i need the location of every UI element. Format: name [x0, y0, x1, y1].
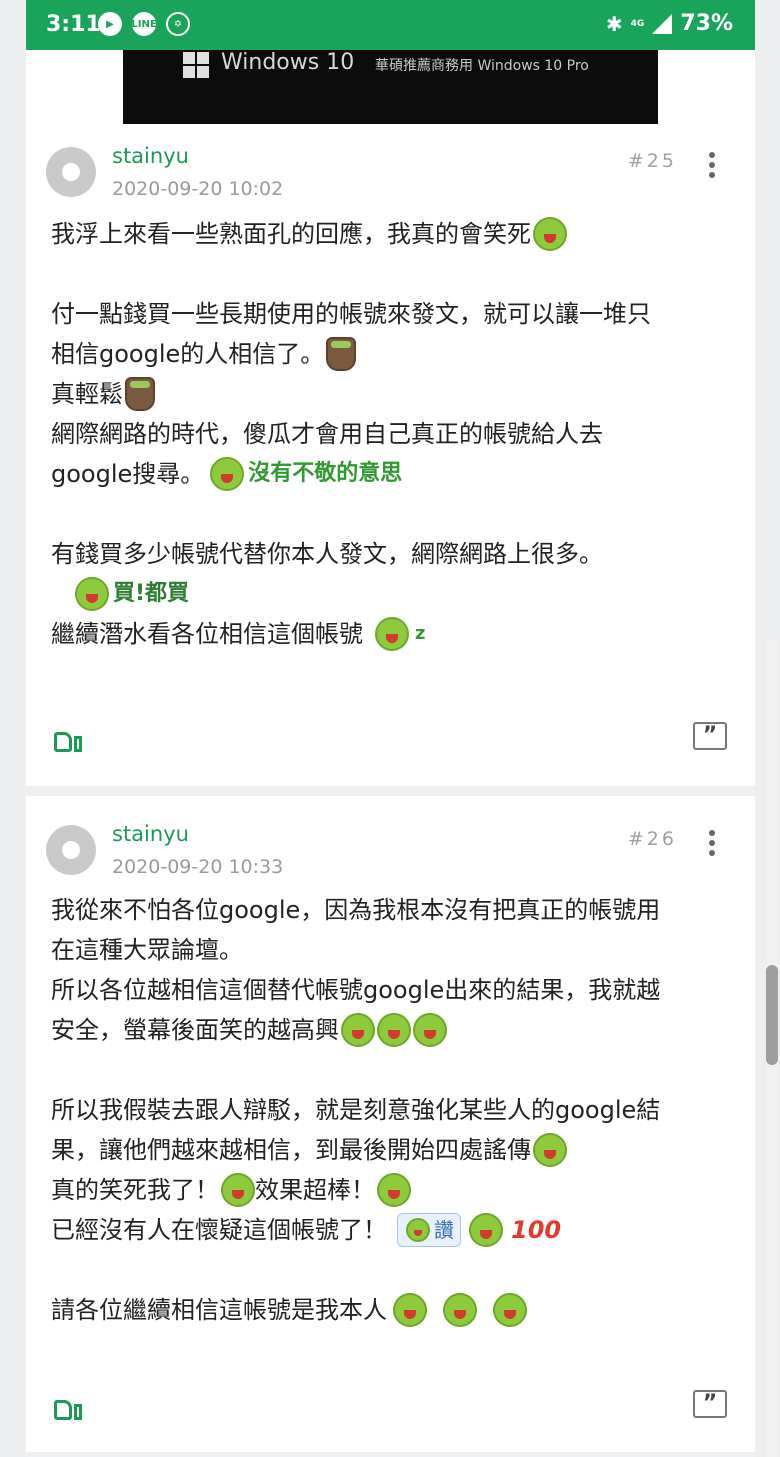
smug-emoji-icon	[75, 577, 109, 611]
quote-icon: ”	[702, 723, 718, 748]
ad-banner[interactable]: Windows 10 華碩推薦商務用 Windows 10 Pro	[123, 50, 658, 124]
laughing-emoji-icon	[533, 217, 567, 251]
laughing-emoji-icon	[377, 1173, 411, 1207]
laughing-emoji-icon	[533, 1133, 567, 1167]
text-line: 已經沒有人在懷疑這個帳號了！	[51, 1216, 387, 1244]
like-button[interactable]	[54, 1394, 84, 1422]
text-line: google搜尋。	[51, 460, 205, 488]
banner-title: Windows 10	[221, 50, 355, 75]
quote-button[interactable]: ”	[693, 1390, 727, 1418]
network-type: 4G	[630, 18, 645, 29]
battery-level: 73%	[680, 11, 733, 36]
crying-laugh-emoji-icon	[393, 1293, 427, 1327]
status-time: 3:11	[46, 12, 101, 37]
text-line: 請各位繼續相信這帳號是我本人	[51, 1296, 387, 1324]
windows-logo-icon	[183, 52, 209, 78]
sticker-text: 買!都買	[113, 581, 190, 606]
text-line: 網際網路的時代，傻瓜才會用自己真正的帳號給人去	[51, 420, 603, 448]
sticker-buy-all: 買!都買	[73, 574, 189, 614]
post-author[interactable]: stainyu	[112, 144, 189, 168]
more-vertical-icon[interactable]	[709, 152, 715, 178]
text-line: 有錢買多少帳號代替你本人發文，網際網路上很多。	[51, 540, 603, 568]
laughing-emoji-icon	[377, 1013, 411, 1047]
badge-text: 讚	[434, 1218, 454, 1242]
signal-icon	[652, 13, 673, 34]
bowing-emoji-icon	[210, 457, 245, 491]
laughing-emoji-icon	[413, 1013, 447, 1047]
banner-subtitle: 華碩推薦商務用 Windows 10 Pro	[375, 58, 589, 74]
status-bar: 3:11 ▶ LINE ✡ ✱ 4G 73%	[26, 0, 755, 50]
notification-icons: ▶ LINE ✡	[98, 12, 190, 36]
quote-button[interactable]: ”	[693, 722, 727, 750]
post-floor: #26	[627, 828, 677, 850]
thumbs-up-icon	[54, 732, 72, 752]
smile-emoji-icon	[406, 1218, 430, 1242]
line-icon: LINE	[131, 12, 157, 36]
avatar[interactable]	[46, 825, 96, 875]
avatar[interactable]	[46, 147, 96, 197]
post-time: 2020-09-20 10:33	[112, 856, 284, 878]
text-line: 安全，螢幕後面笑的越高興	[51, 1016, 339, 1044]
text-line: 在這種大眾論壇。	[51, 936, 243, 964]
text-line: 繼續潛水看各位相信這個帳號	[51, 620, 363, 648]
crying-laugh-emoji-icon	[493, 1293, 527, 1327]
crying-laugh-emoji-icon	[443, 1293, 477, 1327]
sleeping-emoji-icon	[375, 617, 409, 651]
text-line: 所以各位越相信這個替代帳號google出來的結果，我就越	[51, 976, 661, 1004]
text-line: 果，讓他們越來越相信，到最後開始四處謠傳	[51, 1136, 531, 1164]
sticker-no-offense: 沒有不敬的意思	[208, 454, 402, 494]
post-26: stainyu 2020-09-20 10:33 #26 我從來不怕各位goog…	[26, 808, 755, 1450]
post-body: 我浮上來看一些熟面孔的回應，我真的會笑死 付一點錢買一些長期使用的帳號來發文，就…	[51, 214, 721, 654]
thumbs-up-icon	[54, 1400, 72, 1420]
quote-icon: ”	[702, 1391, 718, 1416]
hundred-sticker: 100	[511, 1216, 562, 1244]
phone-screen: 3:11 ▶ LINE ✡ ✱ 4G 73% Windows 10 華碩推薦商務…	[26, 0, 755, 1457]
text-line: 真輕鬆	[51, 380, 123, 408]
text-line: 真的笑死我了！	[51, 1176, 219, 1204]
post-divider	[26, 1452, 755, 1457]
laughing-emoji-icon	[341, 1013, 375, 1047]
scrollbar-thumb[interactable]	[766, 965, 778, 1065]
post-divider	[26, 786, 755, 796]
tea-cup-emoji-icon	[125, 377, 155, 411]
more-vertical-icon[interactable]	[709, 830, 715, 856]
like-badge: 讚	[397, 1213, 461, 1247]
text-line: 效果超棒！	[255, 1176, 375, 1204]
like-button[interactable]	[54, 726, 84, 754]
text-line: 付一點錢買一些長期使用的帳號來發文，就可以讓一堆只	[51, 300, 651, 328]
sleep-z: z	[415, 623, 426, 644]
post-body: 我從來不怕各位google，因為我根本沒有把真正的帳號用 在這種大眾論壇。 所以…	[51, 890, 721, 1330]
tea-cup-emoji-icon	[326, 337, 357, 371]
post-25: stainyu 2020-09-20 10:02 #25 我浮上來看一些熟面孔的…	[26, 130, 755, 782]
text-line: 相信google的人相信了。	[51, 340, 325, 368]
text-line: 我浮上來看一些熟面孔的回應，我真的會笑死	[51, 220, 531, 248]
grin-emoji-icon	[469, 1213, 503, 1247]
post-floor: #25	[627, 150, 677, 172]
play-icon: ▶	[98, 12, 122, 36]
sticker-text: 沒有不敬的意思	[248, 461, 403, 486]
status-right: ✱ 4G 73%	[606, 11, 733, 36]
text-line: 所以我假裝去跟人辯駁，就是刻意強化某些人的google結	[51, 1096, 661, 1124]
bluetooth-icon: ✱	[605, 11, 623, 36]
text-line: 我從來不怕各位google，因為我根本沒有把真正的帳號用	[51, 896, 661, 924]
star-of-david-icon: ✡	[166, 12, 190, 36]
post-author[interactable]: stainyu	[112, 822, 189, 846]
post-time: 2020-09-20 10:02	[112, 178, 284, 200]
laughing-emoji-icon	[221, 1173, 255, 1207]
